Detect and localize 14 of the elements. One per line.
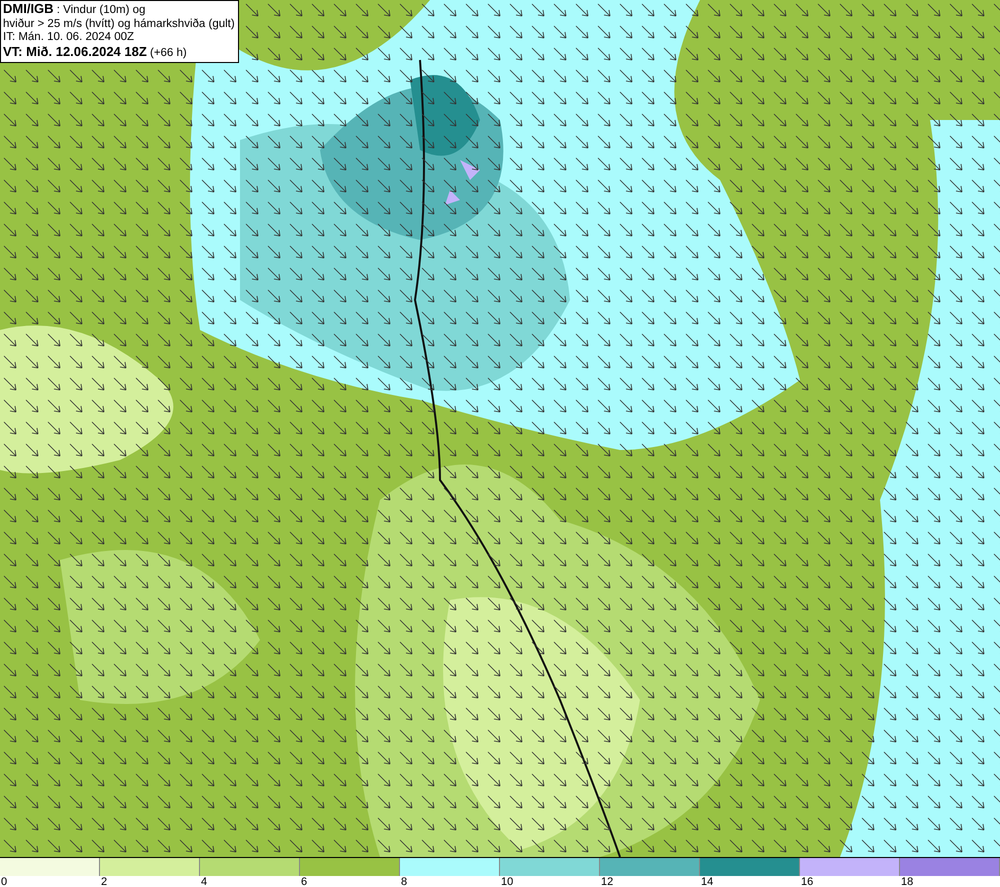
legend-tick-label: 10 — [501, 876, 514, 887]
title-text: IT: Mán. 10. 06. 2024 00Z — [3, 31, 136, 44]
legend-tick-label: 14 — [701, 876, 714, 887]
legend-tick-label: 0 — [1, 876, 8, 887]
title-text: VT: Mið. 12.06.2024 18Z (+66 h) — [3, 44, 188, 60]
legend-tick-label: 4 — [201, 876, 208, 887]
legend-tick-label: 8 — [401, 876, 408, 887]
legend-tick-label: 2 — [101, 876, 108, 887]
legend-tick-label: 6 — [301, 876, 308, 887]
legend-tick-label: 12 — [601, 876, 614, 887]
legend-tick-label: 16 — [801, 876, 814, 887]
title-text: hviður > 25 m/s (hvítt) og hámarkshviða (gult) — [3, 18, 235, 31]
legend-tick-label: 18 — [901, 876, 914, 887]
title-text: DMI/IGB : Vindur (10m) og — [3, 2, 146, 18]
